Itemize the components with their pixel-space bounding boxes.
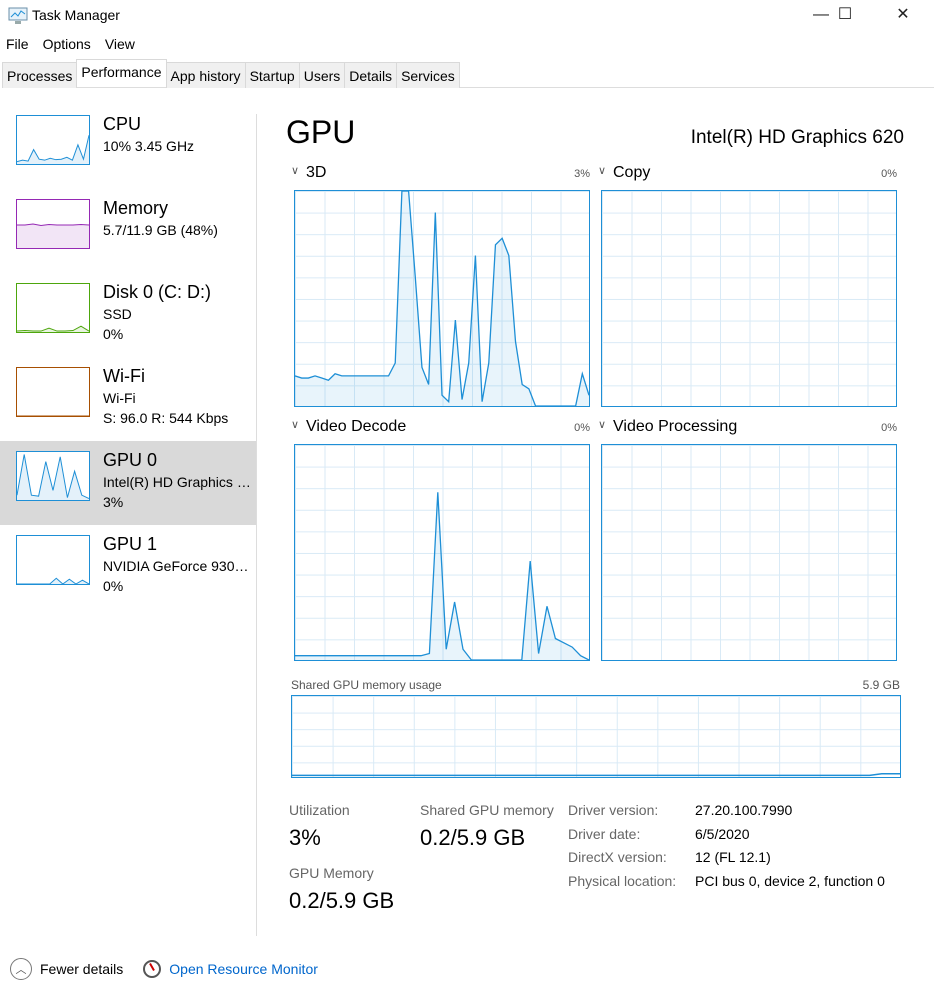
engine-percent-3d: 3% [574,168,590,180]
sidebar-item-gpu-1[interactable]: GPU 1 NVIDIA GeForce 930MX 0% [0,525,256,609]
menu-file[interactable]: File [6,36,29,56]
sidebar-item-sub: 10% 3.45 GHz [103,138,195,154]
shared-memory-graph [291,695,901,778]
tab-services[interactable]: Services [396,62,460,88]
gpu-memory-value: 0.2/5.9 GB [289,888,395,913]
property-value: 12 (FL 12.1) [695,849,771,865]
tab-app-history[interactable]: App history [165,62,246,88]
sidebar-thumbnail-graph [16,367,90,417]
engine-graph-video-processing [601,444,897,661]
engine-graph-copy [601,190,897,407]
engine-label-video-decode[interactable]: Video Decode [306,418,406,436]
chevron-down-icon[interactable]: ∨ [598,418,606,431]
sidebar-item-name: CPU [103,114,142,134]
sidebar-item-value: 0% [103,578,124,594]
sidebar-item-name: GPU 1 [103,534,158,554]
engine-graph-video-decode [294,444,590,661]
gpu-model: Intel(R) HD Graphics 620 [690,127,904,148]
engine-percent-video-decode: 0% [574,422,590,434]
sidebar-item-memory[interactable]: Memory 5.7/11.9 GB (48%) [0,189,256,273]
shared-memory-label: Shared GPU memory usage [291,678,442,692]
chevron-up-icon[interactable]: ︿ [10,958,32,980]
property-label: DirectX version: [568,849,667,865]
sidebar-item-sub: 5.7/11.9 GB (48%) [103,222,218,238]
sidebar-item-value: 0% [103,326,124,342]
fewer-details-button[interactable]: Fewer details [40,961,123,977]
utilization-value: 3% [289,825,321,850]
utilization-label: Utilization [289,802,350,818]
shared-gpu-memory-label: Shared GPU memory [420,802,554,818]
engine-label-copy[interactable]: Copy [613,164,650,182]
tab-processes[interactable]: Processes [2,62,78,88]
maximize-button[interactable]: ☐ [822,0,868,30]
engine-percent-copy: 0% [881,168,897,180]
page-title: GPU [286,114,356,150]
tab-startup[interactable]: Startup [244,62,300,88]
property-label: Physical location: [568,872,677,889]
tab-details[interactable]: Details [344,62,398,88]
sidebar-item-value: 3% [103,494,124,510]
sidebar-item-value: S: 96.0 R: 544 Kbps [103,410,229,426]
gpu-memory-label: GPU Memory [289,865,374,881]
property-value: 27.20.100.7990 [695,802,793,818]
resource-monitor-icon [143,960,162,978]
chevron-down-icon[interactable]: ∨ [598,164,606,177]
tab-performance[interactable]: Performance [76,59,167,87]
sidebar-item-cpu[interactable]: CPU 10% 3.45 GHz [0,105,256,189]
sidebar-item-name: Wi-Fi [103,366,145,386]
divider [256,114,257,936]
sidebar-thumbnail-graph [16,199,90,249]
footer: ︿ Fewer details Open Resource Monitor [10,958,318,980]
chevron-down-icon[interactable]: ∨ [291,418,299,431]
sidebar-item-sub: Wi-Fi [103,390,136,406]
sidebar-item-gpu-0[interactable]: GPU 0 Intel(R) HD Graphics 620 3% [0,441,256,525]
sidebar-item-wi-fi[interactable]: Wi-Fi Wi-Fi S: 96.0 R: 544 Kbps [0,357,256,441]
sidebar-item-disk-0-c-d[interactable]: Disk 0 (C: D:) SSD 0% [0,273,256,357]
sidebar-item-name: Memory [103,198,169,218]
sidebar-item-sub: NVIDIA GeForce 930MX [103,558,253,574]
sidebar-thumbnail-graph [16,283,90,333]
shared-gpu-memory-value: 0.2/5.9 GB [420,825,526,850]
menu-view[interactable]: View [105,36,135,56]
shared-memory-max: 5.9 GB [862,678,900,692]
sidebar-thumbnail-graph [16,451,90,501]
engine-graph-3d [294,190,590,407]
menu-bar: File Options View [0,36,135,56]
chevron-down-icon[interactable]: ∨ [291,164,299,177]
menu-options[interactable]: Options [43,36,91,56]
sidebar: CPU 10% 3.45 GHz Memory 5.7/11.9 GB (48%… [0,105,256,609]
property-label: Driver date: [568,825,641,842]
engine-label-3d[interactable]: 3D [306,164,326,182]
open-resource-monitor-link[interactable]: Open Resource Monitor [169,961,318,977]
tab-users[interactable]: Users [298,62,346,88]
tab-bar: Processes Performance App history Startup Us… [2,59,934,88]
property-value: PCI bus 0, device 2, function 0 [695,872,885,889]
property-label: Driver version: [568,802,659,818]
sidebar-thumbnail-graph [16,115,90,165]
property-value: 6/5/2020 [695,825,750,842]
engine-label-video-processing[interactable]: Video Processing [613,418,737,436]
sidebar-thumbnail-graph [16,535,90,585]
sidebar-item-name: Disk 0 (C: D:) [103,282,211,302]
title-bar: Task Manager — ☐ ✕ [0,0,936,32]
sidebar-item-name: GPU 0 [103,450,158,470]
window-title: Task Manager [32,7,120,23]
close-button[interactable]: ✕ [880,0,926,30]
task-manager-icon [8,7,28,24]
engine-percent-video-processing: 0% [881,422,897,434]
sidebar-item-sub: SSD [103,306,132,322]
sidebar-item-sub: Intel(R) HD Graphics 620 [103,474,253,490]
